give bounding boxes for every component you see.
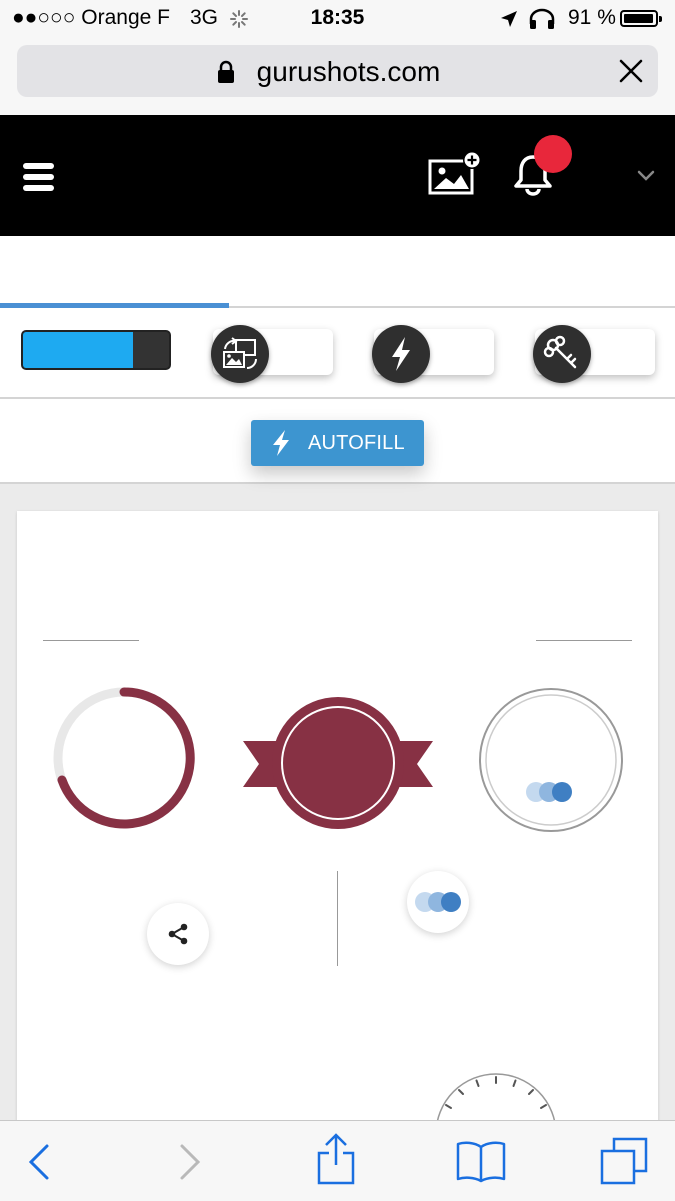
- headphones-icon: [529, 8, 555, 29]
- exposure-meter: [21, 330, 171, 370]
- boost-pill[interactable]: [372, 325, 494, 383]
- autofill-label: AUTOFILL: [308, 432, 405, 454]
- swap-photo-icon[interactable]: [211, 325, 269, 383]
- challenge-card: [17, 511, 658, 1131]
- key-boost-pill[interactable]: [533, 325, 655, 383]
- browser-address-area: gurushots.com: [0, 38, 675, 115]
- votes-button[interactable]: [407, 871, 469, 933]
- autofill-section: AUTOFILL: [0, 399, 675, 484]
- vote-ring: [479, 688, 623, 832]
- browser-toolbar: [0, 1120, 675, 1201]
- share-icon: [168, 923, 188, 945]
- share-button[interactable]: [147, 903, 209, 965]
- forward-icon[interactable]: [178, 1143, 202, 1181]
- menu-icon[interactable]: [22, 160, 56, 194]
- boost-row: [0, 308, 675, 399]
- notification-badge[interactable]: [534, 135, 572, 173]
- url-text: gurushots.com: [256, 56, 441, 87]
- upload-photo-icon[interactable]: [428, 151, 484, 197]
- bolt-icon: [273, 430, 289, 456]
- tab-strip: [0, 236, 675, 308]
- close-icon[interactable]: [617, 57, 645, 85]
- progress-ring: [53, 687, 195, 829]
- autofill-button[interactable]: AUTOFILL: [251, 420, 424, 466]
- key-icon[interactable]: [533, 325, 591, 383]
- chevron-down-icon[interactable]: [636, 169, 656, 183]
- swap-boost-pill[interactable]: [211, 325, 333, 383]
- share-icon[interactable]: [316, 1133, 356, 1185]
- back-icon[interactable]: [27, 1143, 51, 1181]
- battery-icon: [620, 10, 662, 27]
- votes-dots-icon: [415, 892, 461, 912]
- level-badge: [243, 697, 433, 829]
- vertical-divider: [337, 871, 338, 966]
- exposure-meter-fill: [23, 332, 133, 368]
- status-bar: ●●○○○ Orange F 3G 18:35 91 %: [0, 0, 675, 38]
- divider-right: [536, 640, 632, 641]
- tabs-icon[interactable]: [600, 1137, 648, 1185]
- bolt-icon[interactable]: [372, 325, 430, 383]
- site-header: [0, 115, 675, 236]
- location-arrow-icon: [501, 11, 517, 27]
- votes-dots-icon: [526, 782, 572, 802]
- divider-left: [43, 640, 139, 641]
- battery-percent: 91 %: [568, 6, 616, 29]
- address-bar[interactable]: gurushots.com: [17, 45, 658, 97]
- bookmarks-icon[interactable]: [456, 1139, 506, 1183]
